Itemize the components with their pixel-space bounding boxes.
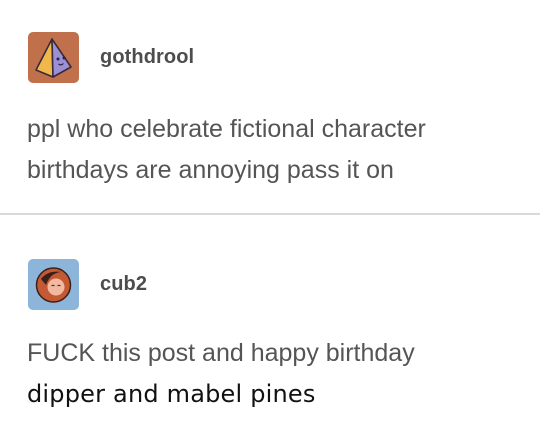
post-text-line: birthdays are annoying pass it on: [27, 156, 394, 184]
post-gothdrool: gothdrool ppl who celebrate fictional ch…: [0, 0, 540, 213]
post-cub2: cub2 FUCK this post and happy birthday d…: [0, 215, 540, 431]
creature-face-icon: [28, 259, 79, 310]
post-text-line: FUCK this post and happy birthday: [27, 339, 415, 367]
post-text-line: ppl who celebrate fictional character: [27, 115, 426, 143]
post-body: FUCK this post and happy birthday dipper…: [27, 333, 520, 415]
username[interactable]: gothdrool: [100, 46, 194, 69]
pyramid-icon: [28, 32, 79, 83]
avatar[interactable]: [28, 259, 79, 310]
post-header: cub2: [28, 259, 147, 310]
caption-text: dipper and mabel pines: [27, 380, 316, 408]
post-body: ppl who celebrate fictional character bi…: [27, 109, 520, 191]
username[interactable]: cub2: [100, 273, 147, 296]
post-header: gothdrool: [28, 32, 194, 83]
avatar[interactable]: [28, 32, 79, 83]
